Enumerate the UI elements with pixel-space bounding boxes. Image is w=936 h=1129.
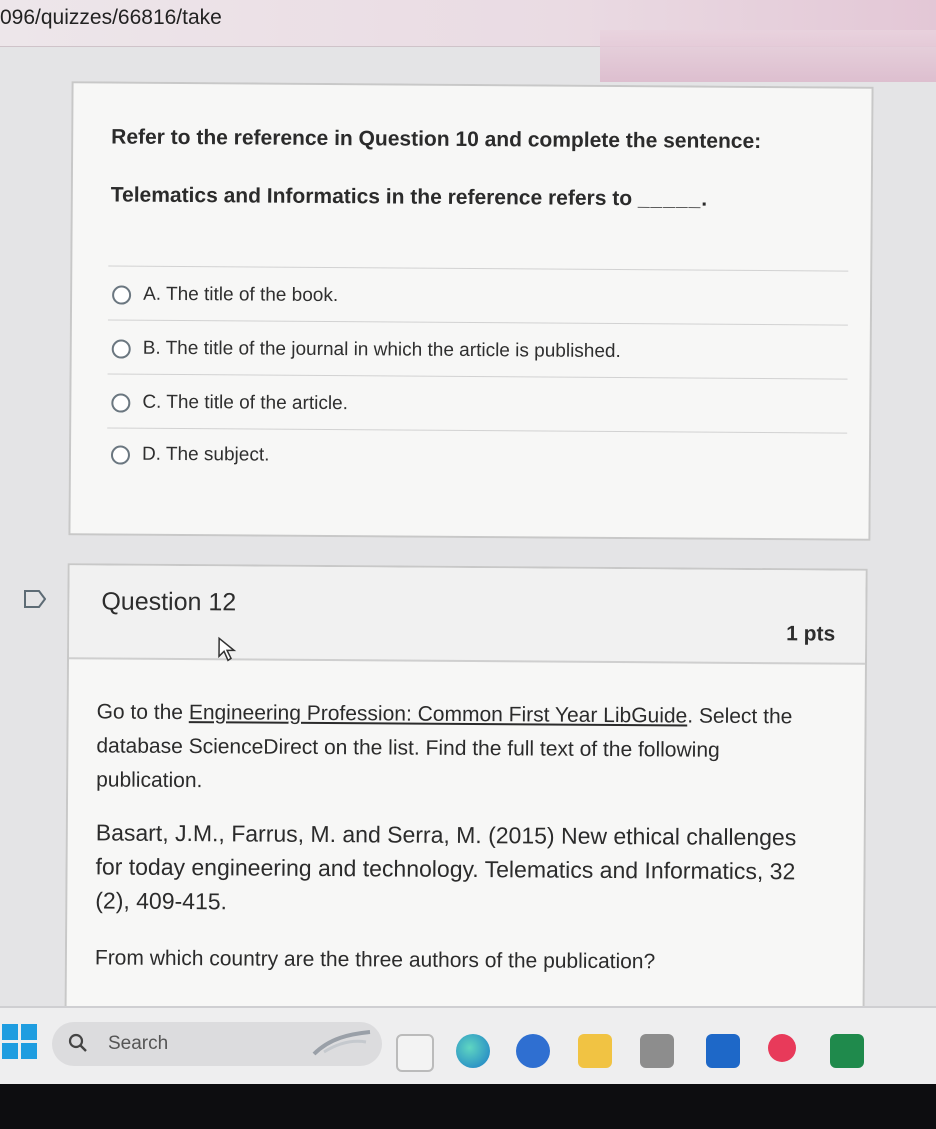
divider [107,373,848,380]
browser-band [600,30,936,82]
radio-icon[interactable] [110,444,131,465]
question-header: Question 12 1 pts [68,565,866,665]
answer-option-b[interactable]: B. The title of the journal in which the… [111,333,621,367]
radio-icon[interactable] [111,392,131,413]
option-label: A. The title of the book. [143,283,339,307]
taskbar-search[interactable]: Search [52,1022,382,1066]
question-points: 1 pts [786,622,836,646]
option-label: C. The title of the article. [142,391,349,415]
mouse-cursor-icon [218,636,237,662]
radio-icon[interactable] [112,284,132,305]
question-prompt-line1: Refer to the reference in Question 10 an… [111,125,762,154]
instructions-paragraph: Go to the Engineering Profession: Common… [96,695,827,802]
media-player-icon[interactable] [768,1034,796,1062]
windows-start-icon[interactable] [2,1024,38,1060]
prompt-text: Telematics and Informatics in the refere… [110,183,633,211]
reference-paragraph: Basart, J.M., Farrus, M. and Serra, M. (… [95,819,797,915]
flag-question-icon[interactable] [24,590,46,608]
answer-option-a[interactable]: A. The title of the book. [112,279,338,311]
file-icon[interactable] [396,1034,434,1072]
libguide-link[interactable]: Engineering Profession: Common First Yea… [189,701,688,727]
taskbar: Search [0,1006,936,1086]
question-card-11: Refer to the reference in Question 10 an… [68,81,874,541]
option-label: B. The title of the journal in which the… [142,337,621,363]
search-icon [68,1033,87,1052]
search-label: Search [108,1033,169,1054]
question-text: From which country are the three authors… [94,946,656,974]
divider [107,427,848,434]
file-explorer-icon[interactable] [578,1034,612,1068]
widget-icon[interactable] [310,1028,374,1060]
answer-option-c[interactable]: C. The title of the article. [111,387,348,419]
divider [107,319,848,326]
excel-icon[interactable] [830,1034,864,1068]
question-prompt-line2: Telematics and Informatics in the refere… [111,183,709,211]
instructions-prefix: Go to the [96,700,189,725]
outlook-icon[interactable] [706,1034,740,1068]
answer-option-d[interactable]: D. The subject. [110,439,270,470]
divider [108,265,849,272]
screen-bezel [0,1084,936,1129]
question-title: Question 12 [101,587,237,617]
option-label: D. The subject. [141,443,270,466]
prompt-blank: _____. [637,187,709,211]
url-text[interactable]: 096/quizzes/66816/take [0,6,222,30]
calculator-icon[interactable] [640,1034,674,1068]
edge-browser-icon[interactable] [456,1034,490,1068]
question-card-12: Question 12 1 pts Go to the Engineering … [64,563,868,1043]
radio-icon[interactable] [111,338,131,359]
app-icon[interactable] [516,1034,550,1068]
